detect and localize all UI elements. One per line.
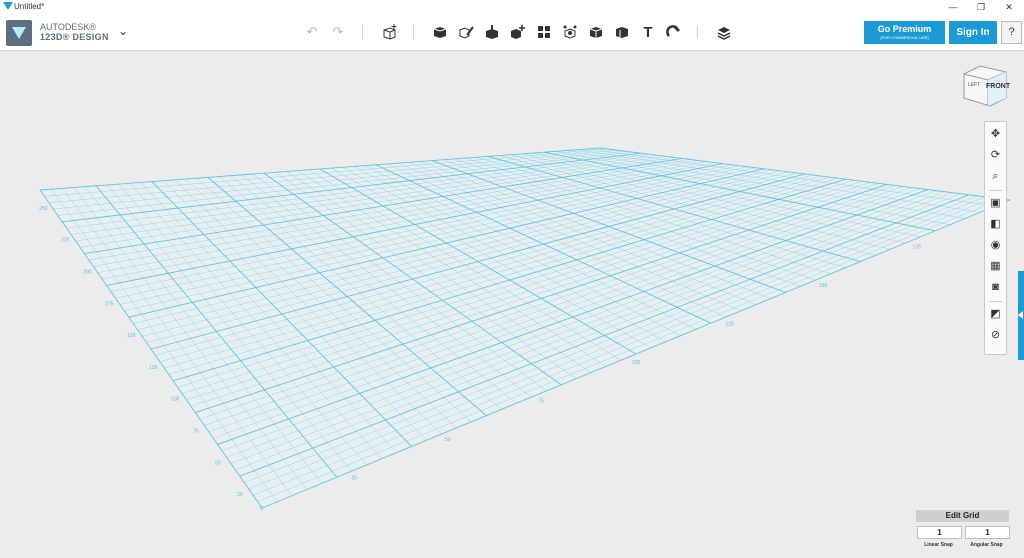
pan-icon[interactable]: ✥ bbox=[985, 125, 1006, 143]
grid-axis-label-left: 75 bbox=[193, 429, 199, 435]
grid-axis-label-left: 225 bbox=[61, 238, 70, 244]
linear-snap-label: Linear Snap bbox=[924, 542, 953, 548]
grouping-icon[interactable] bbox=[560, 22, 580, 42]
app-icon bbox=[3, 2, 13, 10]
grid-axis-label-front: 175 bbox=[913, 245, 922, 251]
navbar-divider bbox=[989, 301, 1002, 302]
grid-axis-label-front: 75 bbox=[539, 399, 545, 405]
premium-label: Go Premium bbox=[877, 24, 932, 34]
primitives-icon[interactable] bbox=[430, 22, 450, 42]
premium-sublabel: (FOR COMMERCIAL USE) bbox=[880, 35, 929, 40]
chevron-left-icon bbox=[1018, 311, 1023, 319]
view-mode-icon[interactable]: ◧ bbox=[985, 215, 1006, 233]
sign-in-button[interactable]: Sign In bbox=[949, 21, 997, 44]
grid-axis-label-left: 50 bbox=[215, 460, 221, 466]
text-icon[interactable]: T bbox=[638, 22, 658, 42]
snap-magnet-icon[interactable] bbox=[664, 22, 684, 42]
angular-snap-label: Angular Snap bbox=[970, 542, 1003, 548]
grid-axis-label-front: 150 bbox=[819, 283, 828, 289]
edit-grid-button[interactable]: Edit Grid bbox=[916, 510, 1009, 522]
angular-snap-input[interactable]: 1 bbox=[965, 526, 1010, 539]
app-logo[interactable] bbox=[6, 20, 32, 46]
chevron-down-icon[interactable]: ⌄ bbox=[118, 24, 128, 38]
navbar-divider bbox=[989, 190, 1002, 191]
grid-axis-label-left: 200 bbox=[83, 270, 92, 276]
add-primitive-icon[interactable] bbox=[380, 22, 400, 42]
pattern-icon[interactable] bbox=[534, 22, 554, 42]
grid-axis-label-left: 100 bbox=[171, 397, 180, 403]
side-panel-tab[interactable] bbox=[1018, 271, 1024, 360]
viewport-canvas[interactable]: 250 225 200 175 150 125 100 75 50 25 25 50 75 100 125 1… bbox=[0, 51, 1024, 558]
combine-icon[interactable] bbox=[586, 22, 606, 42]
fit-icon[interactable]: ▣ bbox=[985, 194, 1006, 212]
go-premium-button[interactable]: Go Premium (FOR COMMERCIAL USE) bbox=[864, 21, 945, 44]
restore-button[interactable]: ❐ bbox=[968, 0, 994, 14]
material-view-icon[interactable]: ▦ bbox=[985, 257, 1006, 275]
minimize-button[interactable]: — bbox=[940, 0, 966, 14]
logo-mark-icon bbox=[12, 27, 26, 39]
grid-axis-label-front: 125 bbox=[726, 322, 735, 328]
toolbar-divider bbox=[413, 25, 414, 39]
visibility-icon[interactable]: ◉ bbox=[985, 236, 1006, 254]
brand-line1: AUTODESK® bbox=[40, 22, 96, 32]
grid-origin-label: 0 bbox=[260, 506, 263, 512]
window-title: Untitled* bbox=[14, 2, 45, 11]
grid-axis-label-left: 125 bbox=[149, 365, 158, 371]
grid-axis-label-left: 175 bbox=[105, 301, 114, 307]
toolbar-divider bbox=[362, 25, 363, 39]
measure-icon[interactable] bbox=[612, 22, 632, 42]
viewcube-front-label[interactable]: FRONT bbox=[986, 83, 1010, 90]
grid-axis-label-left: 150 bbox=[127, 333, 136, 339]
help-button[interactable]: ? bbox=[1001, 21, 1022, 44]
orbit-icon[interactable]: ⟳ bbox=[985, 146, 1006, 164]
redo-icon[interactable]: ↷ bbox=[328, 22, 348, 42]
linear-snap-input[interactable]: 1 bbox=[917, 526, 962, 539]
hide-icon[interactable]: ⊘ bbox=[985, 326, 1006, 344]
construct-icon[interactable] bbox=[482, 22, 502, 42]
modify-icon[interactable] bbox=[508, 22, 528, 42]
brand-text: AUTODESK® 123D® DESIGN bbox=[40, 22, 109, 42]
material-icon[interactable] bbox=[714, 22, 734, 42]
zoom-icon[interactable]: ⌕ bbox=[985, 167, 1006, 185]
brand-line2: 123D® DESIGN bbox=[40, 32, 109, 42]
toolbar-divider bbox=[697, 25, 698, 39]
main-toolbar: AUTODESK® 123D® DESIGN ⌄ ↶ ↷ T Go Premiu… bbox=[0, 14, 1024, 51]
grid-axis-label-front: 25 bbox=[352, 476, 358, 482]
viewcube-left-label[interactable]: LEFT bbox=[968, 82, 980, 88]
grid-axis-label-left: 25 bbox=[237, 492, 243, 498]
close-button[interactable]: ✕ bbox=[996, 0, 1022, 14]
grid-axis-label-front: 50 bbox=[445, 437, 451, 443]
view-cube[interactable]: LEFT FRONT bbox=[960, 60, 1010, 110]
camera-icon[interactable]: ◙ bbox=[985, 278, 1006, 296]
grid-axis-label-left: 250 bbox=[39, 206, 48, 212]
undo-icon[interactable]: ↶ bbox=[302, 22, 322, 42]
navigation-bar: ✥ ⟳ ⌕ ▣ ◧ ◉ ▦ ◙ ◩ ⊘ bbox=[984, 121, 1007, 355]
workplane-grid: 250 225 200 175 150 125 100 75 50 25 25 50 75 100 125 1… bbox=[39, 147, 1011, 512]
snap-view-icon[interactable]: ◩ bbox=[985, 305, 1006, 323]
window-titlebar: Untitled* — ❐ ✕ bbox=[0, 0, 1024, 14]
grid-axis-label-front: 100 bbox=[632, 360, 641, 366]
sketch-icon[interactable] bbox=[456, 22, 476, 42]
